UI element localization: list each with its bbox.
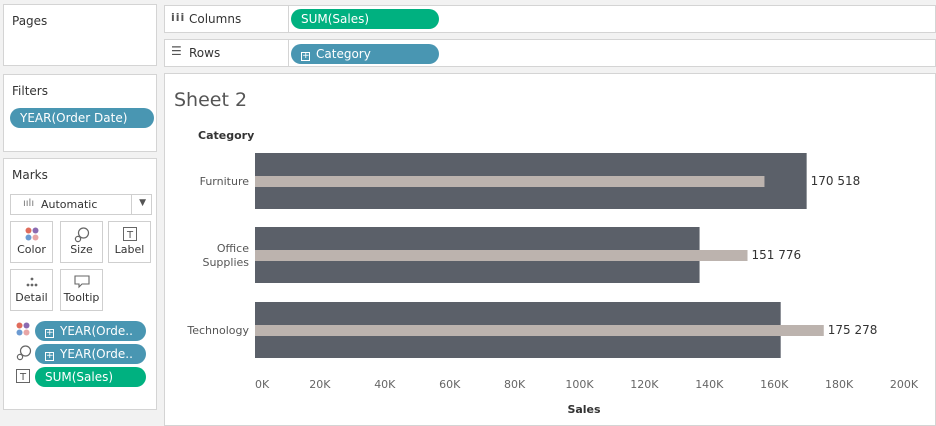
data-label: 170 518 <box>811 174 861 188</box>
columns-pill[interactable]: SUM(Sales) <box>291 9 439 29</box>
marks-title: Marks <box>12 168 48 182</box>
filters-card: Filters YEAR(Order Date) <box>3 74 157 152</box>
tick-label: 100K <box>565 378 594 391</box>
tick-label: 140K <box>695 378 724 391</box>
size-label: Size <box>70 243 93 256</box>
tooltip-label: Tooltip <box>63 291 100 304</box>
columns-shelf: iii Columns SUM(Sales) <box>164 5 936 33</box>
tick-label: 80K <box>504 378 526 391</box>
dropdown-divider <box>131 195 132 214</box>
rows-shelf: ☰ Rows + Category <box>164 39 936 67</box>
detail-label: Detail <box>15 291 48 304</box>
sheet-view: Sheet 2 Category 170 518 Furniture 151 776… <box>164 73 936 426</box>
category-label: Office <box>217 242 249 255</box>
tick-label: 0K <box>255 378 270 391</box>
shelf-divider <box>288 40 289 66</box>
tick-label: 120K <box>630 378 659 391</box>
mark-type-value: Automatic <box>41 198 98 211</box>
bar-narrow <box>255 250 748 261</box>
label-encoding-icon: T <box>16 369 30 386</box>
row-header: Category <box>198 129 254 142</box>
marks-field-size[interactable]: + YEAR(Orde.. <box>35 344 146 364</box>
expand-icon: + <box>45 328 54 338</box>
tooltip-button[interactable]: Tooltip <box>60 269 103 311</box>
marks-field-size-label: YEAR(Orde.. <box>60 347 133 361</box>
expand-icon: + <box>301 51 310 61</box>
category-label: Technology <box>186 324 249 337</box>
data-label: 175 278 <box>828 323 878 337</box>
svg-text:T: T <box>125 230 133 241</box>
tick-label: 180K <box>825 378 854 391</box>
bar-narrow <box>255 325 824 336</box>
detail-button[interactable]: Detail <box>10 269 53 311</box>
mark-type-dropdown[interactable]: ıılı Automatic ▼ <box>10 194 152 215</box>
columns-label: Columns <box>189 12 242 26</box>
bar-narrow <box>255 176 765 187</box>
category-label: Furniture <box>200 175 250 188</box>
marks-field-color[interactable]: + YEAR(Orde.. <box>35 321 146 341</box>
rows-icon: ☰ <box>171 44 182 58</box>
pages-title: Pages <box>12 14 48 28</box>
color-label: Color <box>17 243 46 256</box>
columns-icon: iii <box>171 11 186 24</box>
size-encoding-icon <box>16 345 32 364</box>
category-label: Supplies <box>202 256 249 269</box>
rows-pill[interactable]: + Category <box>291 44 439 64</box>
rows-label: Rows <box>189 46 221 60</box>
color-encoding-icon <box>16 322 30 339</box>
x-axis-title: Sales <box>567 403 601 416</box>
filter-pill[interactable]: YEAR(Order Date) <box>10 108 154 128</box>
tick-label: 60K <box>439 378 461 391</box>
rows-pill-label: Category <box>316 47 371 61</box>
label-label: Label <box>114 243 145 256</box>
marks-field-label[interactable]: SUM(Sales) <box>35 367 146 387</box>
tick-label: 40K <box>374 378 396 391</box>
data-label: 151 776 <box>752 248 802 262</box>
chevron-down-icon: ▼ <box>139 198 146 208</box>
filters-title: Filters <box>12 84 48 98</box>
bar-chart: Category 170 518 Furniture 151 776 OfficeSu… <box>186 129 919 416</box>
top-strip <box>164 0 936 4</box>
svg-text:T: T <box>19 372 27 383</box>
marks-field-color-label: YEAR(Orde.. <box>60 324 133 338</box>
pages-card: Pages <box>3 4 157 66</box>
bar-chart-icon: ıılı <box>23 198 35 209</box>
shelf-divider <box>288 6 289 32</box>
label-button[interactable]: T Label <box>108 221 151 263</box>
expand-icon: + <box>45 351 54 361</box>
size-button[interactable]: Size <box>60 221 103 263</box>
tick-label: 20K <box>309 378 331 391</box>
marks-card: Marks ıılı Automatic ▼ Color Size T Labe… <box>3 158 157 410</box>
color-button[interactable]: Color <box>10 221 53 263</box>
tick-label: 200K <box>890 378 919 391</box>
tick-label: 160K <box>760 378 789 391</box>
